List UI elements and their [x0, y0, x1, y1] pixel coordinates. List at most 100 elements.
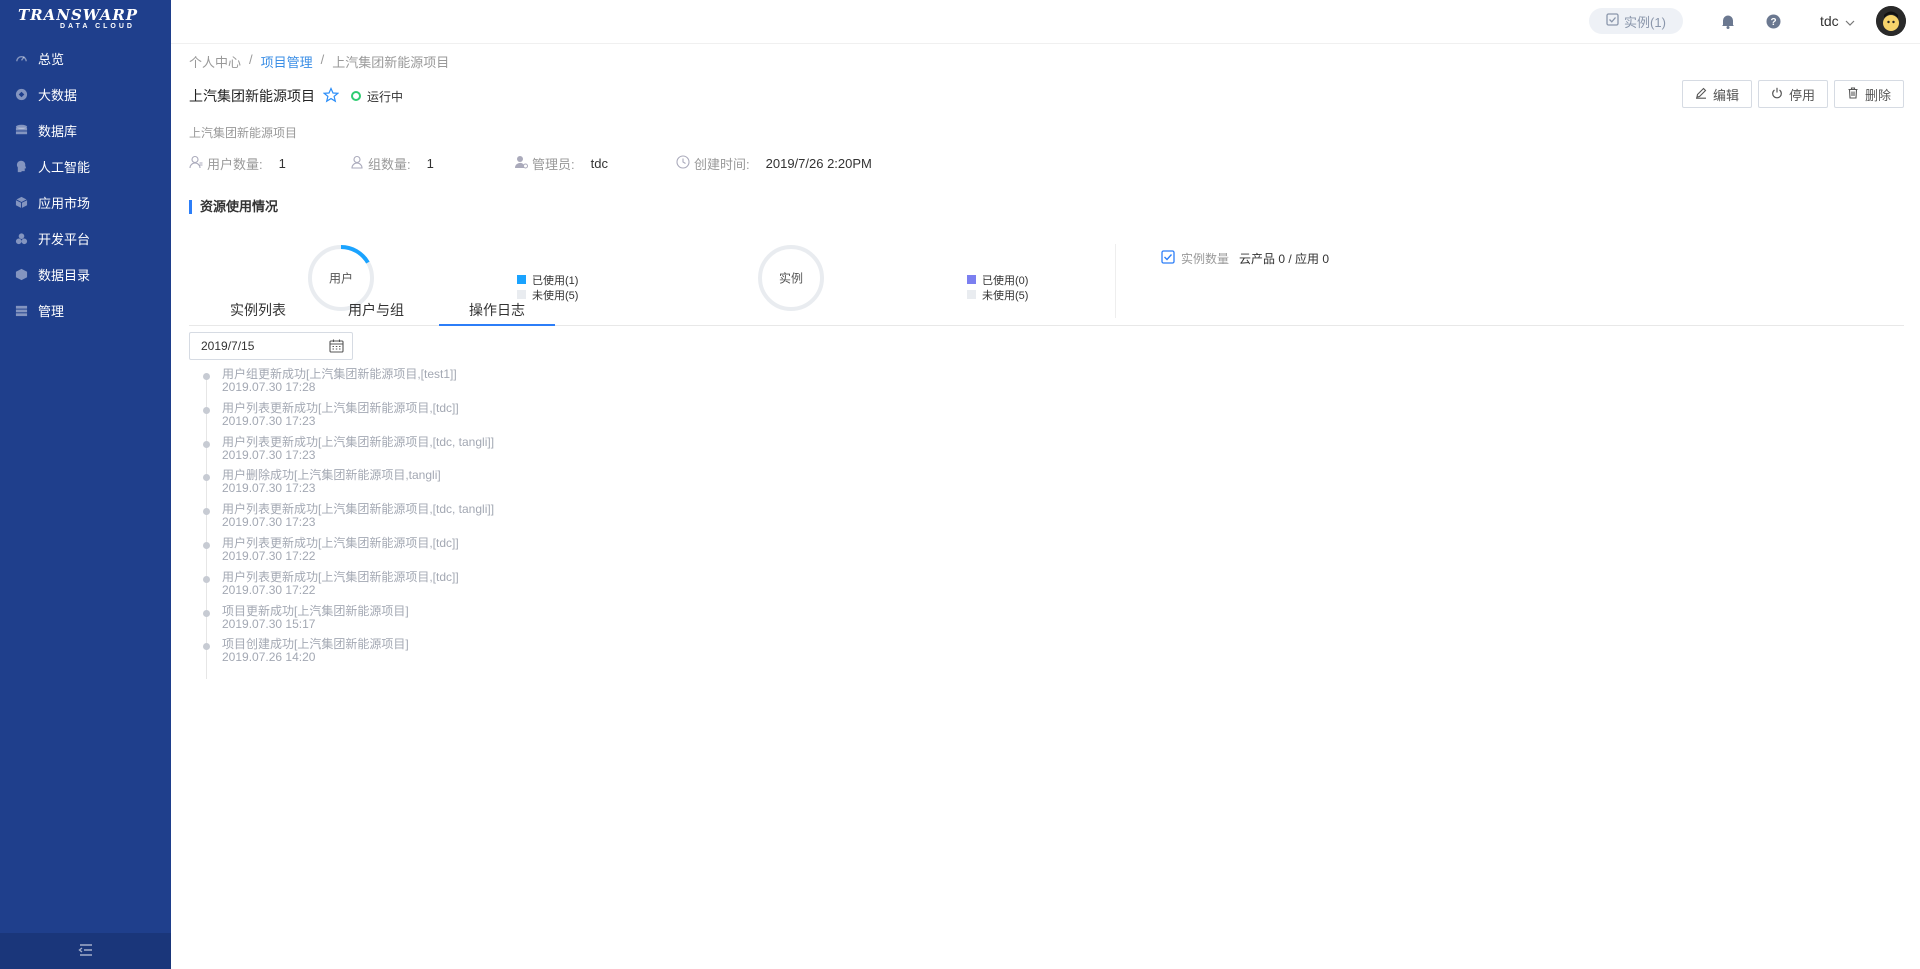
project-title-row: 上汽集团新能源项目 运行中: [189, 86, 403, 106]
meta-group-count: 组数量: 1: [350, 154, 514, 173]
meta-created-time: 创建时间: 2019/7/26 2:20PM: [676, 154, 872, 173]
log-time: 2019.07.30 17:23: [222, 515, 316, 530]
timeline-dot: [203, 643, 210, 651]
date-filter-value: 2019/7/15: [201, 339, 255, 353]
legend-used: 已使用(1): [517, 272, 578, 287]
list-item: 项目更新成功[上汽集团新能源项目] 2019.07.30 15:17: [203, 603, 494, 639]
meta-users-label: 用户数量:: [207, 157, 263, 172]
tab-instance-list[interactable]: 实例列表: [212, 300, 304, 326]
instance-gauge-legend: 已使用(0) 未使用(5): [967, 272, 1028, 302]
log-time: 2019.07.30 17:23: [222, 447, 316, 462]
sidebar: TRANSWARP DATA CLOUD 总览 大数据 数据库 人工智能 应用市…: [0, 0, 171, 969]
legend-used-swatch: [517, 275, 526, 284]
catalog-icon: [14, 267, 28, 281]
log-text: 项目更新成功[上汽集团新能源项目]: [222, 603, 409, 618]
sidebar-item-overview[interactable]: 总览: [0, 40, 171, 76]
sidebar-item-label: 总览: [38, 51, 65, 67]
legend-used-swatch: [967, 275, 976, 284]
power-icon: [1771, 87, 1783, 102]
legend-unused-swatch: [967, 290, 976, 299]
instance-count: 实例数量 云产品 0 / 应用 0: [1161, 250, 1329, 267]
user-name-label: tdc: [1820, 13, 1839, 29]
trash-icon: [1847, 86, 1859, 102]
disable-button[interactable]: 停用: [1757, 80, 1828, 108]
favorite-star-icon[interactable]: [322, 86, 340, 106]
sidebar-item-catalog[interactable]: 数据目录: [0, 256, 171, 292]
sidebar-item-database[interactable]: 数据库: [0, 112, 171, 148]
calendar-icon[interactable]: [329, 339, 344, 356]
delete-button[interactable]: 删除: [1833, 80, 1904, 108]
resource-usage-title: 资源使用情况: [189, 200, 278, 214]
breadcrumb-item-project-management[interactable]: 项目管理: [261, 52, 313, 71]
user-gauge-legend: 已使用(1) 未使用(5): [517, 272, 578, 302]
admin-icon: [514, 155, 528, 172]
timeline-dot: [203, 373, 210, 380]
user-gauge-label: 用户: [328, 271, 353, 286]
notification-bell-icon[interactable]: [1719, 12, 1737, 30]
database-icon: [14, 123, 28, 137]
meta-user-count: 用户数量: 1: [189, 154, 350, 173]
tab-users-and-groups[interactable]: 用户与组: [329, 300, 423, 326]
help-icon[interactable]: ?: [1764, 12, 1782, 30]
collapse-sidebar-button[interactable]: [0, 933, 171, 969]
legend-used-label: 已使用(0): [982, 274, 1029, 287]
chevron-down-icon: [1845, 13, 1855, 29]
page-title: 上汽集团新能源项目: [189, 88, 315, 104]
legend-used: 已使用(0): [967, 272, 1028, 287]
breadcrumb-item-personal-center[interactable]: 个人中心: [189, 52, 241, 71]
meta-admin-value: tdc: [590, 156, 608, 171]
status-label: 运行中: [367, 89, 404, 104]
edit-button[interactable]: 编辑: [1681, 80, 1752, 108]
list-item: 用户列表更新成功[上汽集团新能源项目,[tdc]] 2019.07.30 17:…: [203, 400, 494, 436]
legend-unused-swatch: [517, 290, 526, 299]
sidebar-item-dev[interactable]: 开发平台: [0, 220, 171, 256]
log-time: 2019.07.26 14:20: [222, 650, 316, 665]
legend-used-label: 已使用(1): [532, 274, 579, 287]
sidebar-item-bigdata[interactable]: 大数据: [0, 76, 171, 112]
instance-check-icon: [1606, 13, 1619, 29]
list-item: 用户列表更新成功[上汽集团新能源项目,[tdc, tangli]] 2019.0…: [203, 503, 494, 537]
project-description: 上汽集团新能源项目: [189, 126, 298, 140]
svg-text:?: ?: [1770, 17, 1776, 28]
meta-groups-value: 1: [426, 156, 434, 171]
logo-main-text: TRANSWARP: [18, 6, 139, 24]
timeline-dot: [203, 609, 210, 617]
timeline-dot: [203, 474, 210, 482]
status-badge: 运行中: [351, 88, 403, 105]
log-time: 2019.07.30 17:22: [222, 548, 316, 563]
sidebar-item-label: 开发平台: [38, 231, 91, 247]
avatar[interactable]: [1876, 6, 1906, 36]
tabs: 实例列表 用户与组 操作日志: [189, 300, 1904, 326]
list-item: 用户组更新成功[上汽集团新能源项目,[test1]] 2019.07.30 17…: [203, 368, 494, 402]
log-time: 2019.07.30 17:23: [222, 413, 316, 428]
sidebar-nav: 总览 大数据 数据库 人工智能 应用市场 开发平台 数据目录 管理: [0, 40, 171, 328]
instance-count-label: 实例数量: [1181, 252, 1230, 266]
sidebar-item-label: 人工智能: [38, 159, 91, 175]
timeline-dot: [203, 406, 210, 414]
edit-button-label: 编辑: [1712, 87, 1739, 103]
sidebar-item-label: 管理: [38, 303, 65, 319]
date-filter-input[interactable]: 2019/7/15: [189, 332, 353, 360]
logo[interactable]: TRANSWARP DATA CLOUD: [0, 0, 171, 40]
tab-operation-log[interactable]: 操作日志: [439, 300, 555, 326]
instance-count-check-icon: [1161, 250, 1175, 267]
market-icon: [14, 195, 28, 209]
instance-gauge-label: 实例: [778, 271, 803, 286]
meta-created-value: 2019/7/26 2:20PM: [765, 156, 872, 171]
log-time: 2019.07.30 17:28: [222, 380, 316, 394]
breadcrumb-item-current-project: 上汽集团新能源项目: [332, 55, 450, 70]
meta-admin-label: 管理员:: [532, 157, 575, 172]
timeline-dot: [203, 440, 210, 448]
sidebar-item-market[interactable]: 应用市场: [0, 184, 171, 220]
sidebar-item-ai[interactable]: 人工智能: [0, 148, 171, 184]
sidebar-item-manage[interactable]: 管理: [0, 292, 171, 328]
meta-users-value: 1: [278, 156, 286, 171]
instance-pill-button[interactable]: 实例(1): [1589, 8, 1683, 34]
timeline-dot: [203, 541, 210, 549]
user-menu[interactable]: tdc: [1820, 13, 1855, 29]
log-text: 用户列表更新成功[上汽集团新能源项目,[tdc]]: [222, 400, 459, 415]
list-item: 用户列表更新成功[上汽集团新能源项目,[tdc]] 2019.07.30 17:…: [203, 570, 494, 605]
manage-icon: [14, 303, 28, 317]
log-text: 用户列表更新成功[上汽集团新能源项目,[tdc, tangli]]: [222, 434, 495, 449]
list-item: 用户列表更新成功[上汽集团新能源项目,[tdc]] 2019.07.30 17:…: [203, 536, 494, 571]
